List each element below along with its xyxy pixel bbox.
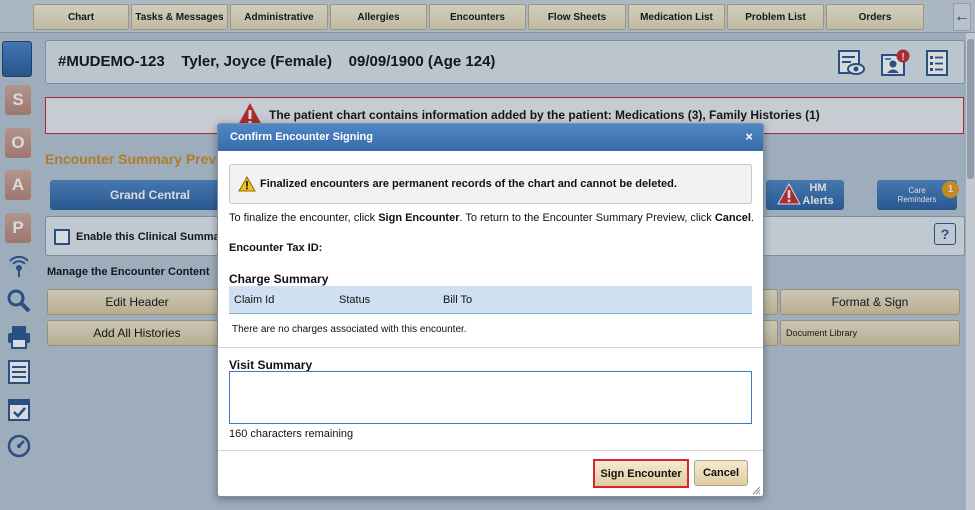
visit-summary-textarea[interactable] <box>229 371 752 424</box>
cancel-button[interactable]: Cancel <box>694 460 748 486</box>
no-charges-message: There are no charges associated with thi… <box>232 324 467 335</box>
resize-grip-icon[interactable] <box>751 484 761 495</box>
instr-part-3: . <box>750 212 754 224</box>
column-claim-id: Claim Id <box>234 294 275 306</box>
footer-divider <box>218 450 763 451</box>
finalize-warning-box: Finalized encounters are permanent recor… <box>229 164 752 204</box>
encounter-tax-id-label: Encounter Tax ID: <box>229 242 323 254</box>
instr-part-2: . To return to the Encounter Summary Pre… <box>459 212 715 224</box>
instr-part-1: To finalize the encounter, click <box>229 212 379 224</box>
sign-encounter-button[interactable]: Sign Encounter <box>593 459 689 488</box>
charge-summary-title: Charge Summary <box>229 272 329 286</box>
warning-text: Finalized encounters are permanent recor… <box>260 178 677 190</box>
column-status: Status <box>339 294 371 306</box>
warning-icon <box>238 175 256 195</box>
characters-remaining: 160 characters remaining <box>229 428 354 440</box>
dialog-title: Confirm Encounter Signing <box>230 131 373 143</box>
dialog-title-bar: Confirm Encounter Signing × <box>218 124 763 151</box>
confirm-encounter-signing-dialog: Confirm Encounter Signing × Finalized en… <box>217 123 764 497</box>
visit-summary-title: Visit Summary <box>229 358 313 372</box>
charge-table-header: Claim Id Status Bill To <box>229 286 752 314</box>
instr-sign-label: Sign Encounter <box>378 212 460 224</box>
close-icon[interactable]: × <box>745 129 753 144</box>
instructions-text: To finalize the encounter, click Sign En… <box>229 212 754 224</box>
column-bill-to: Bill To <box>443 294 473 306</box>
instr-cancel-label: Cancel <box>714 212 751 224</box>
divider <box>218 347 763 348</box>
